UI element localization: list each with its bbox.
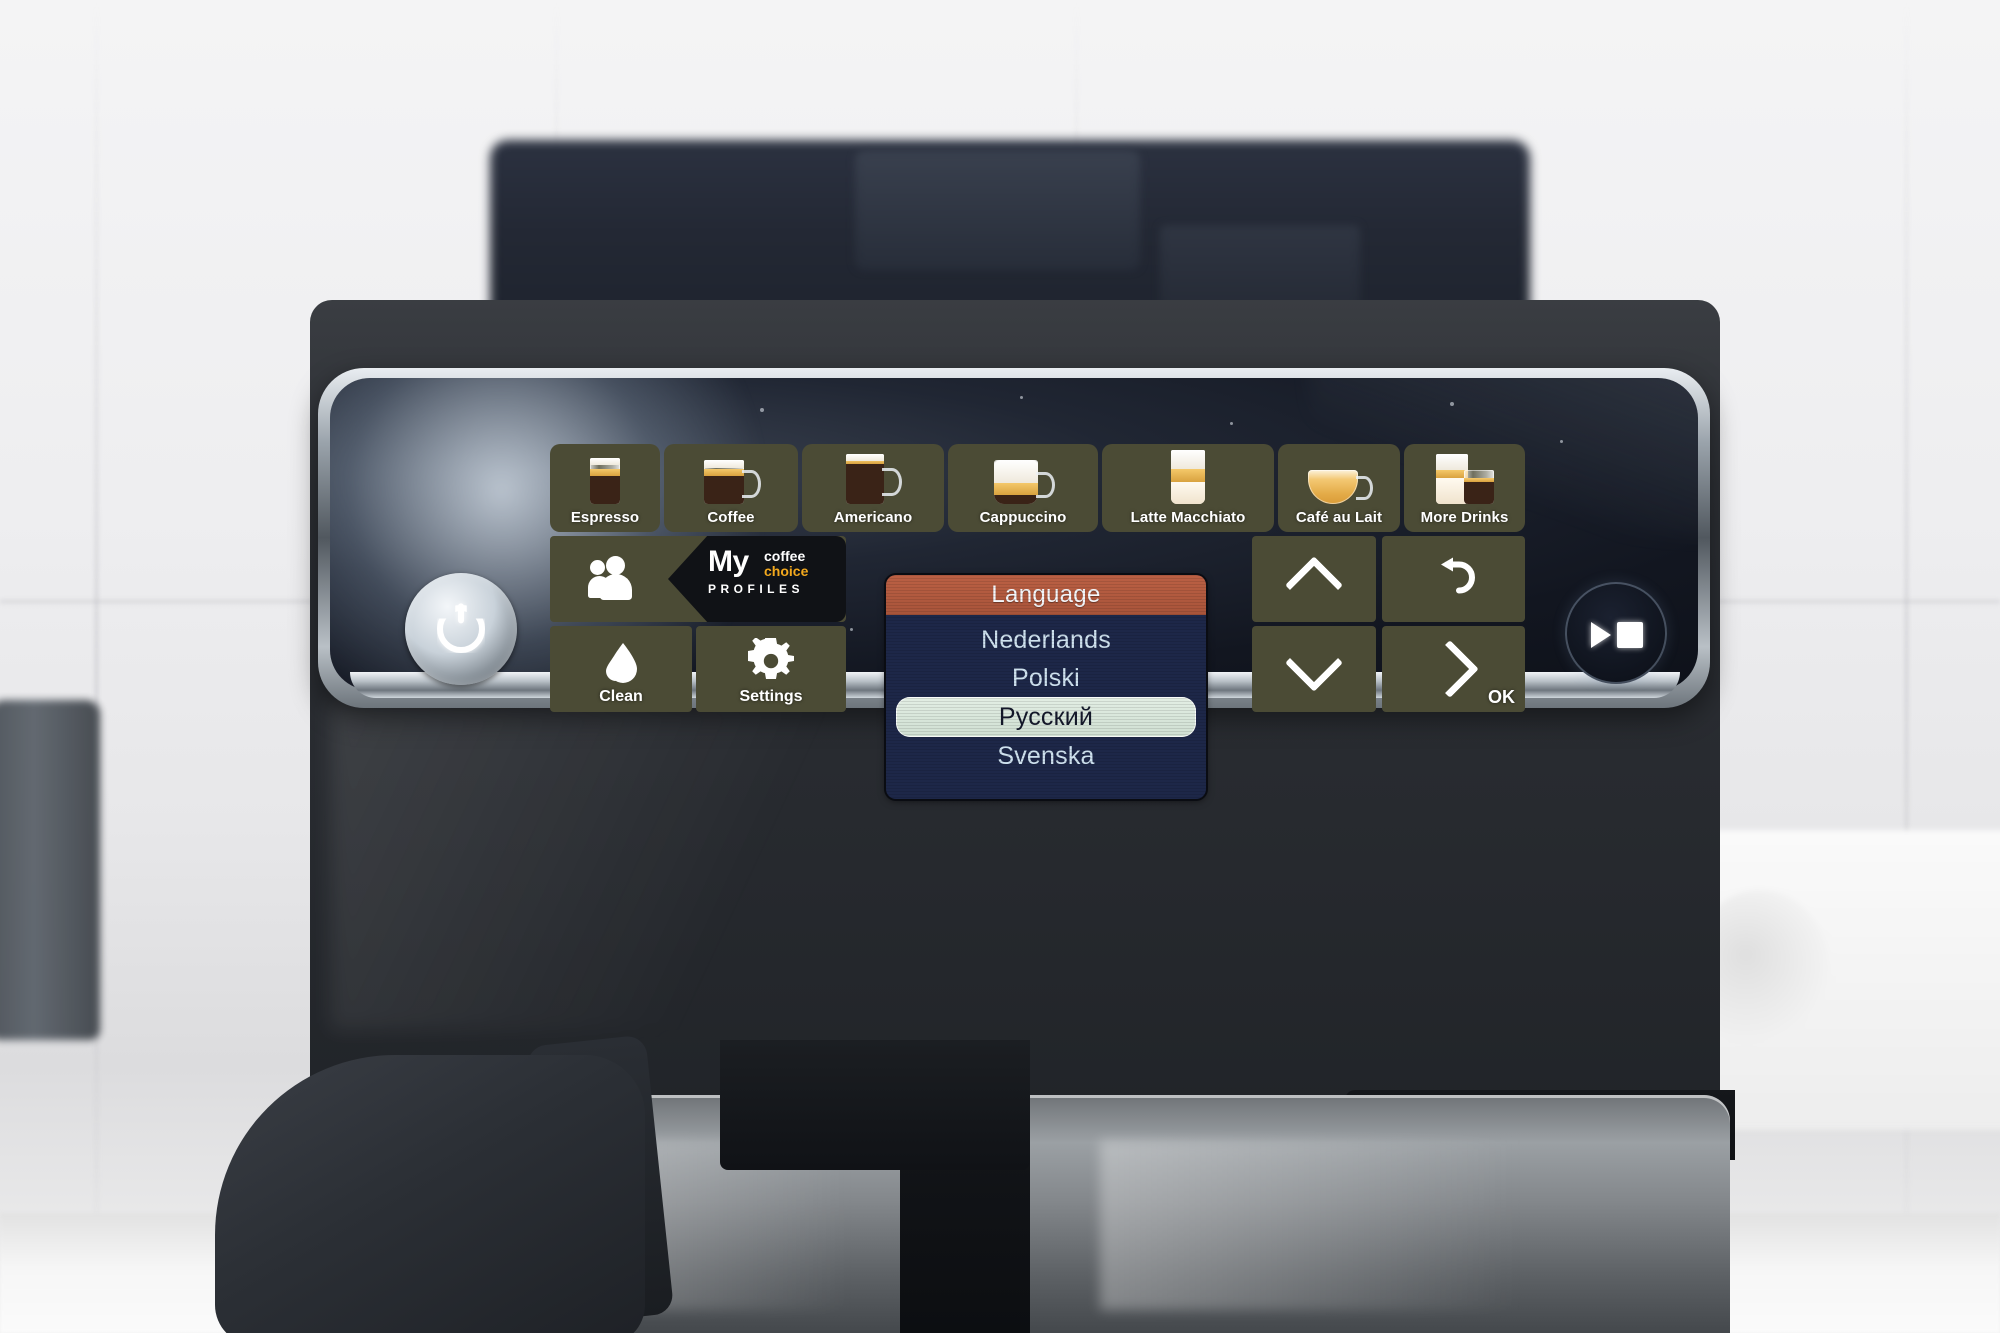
drink-button-latte-macchiato[interactable]: Latte Macchiato <box>1102 444 1274 532</box>
logo-my: My <box>708 545 749 578</box>
back-arrow-icon <box>1431 557 1477 602</box>
drink-button-cappuccino[interactable]: Cappuccino <box>948 444 1098 532</box>
drink-label: Café au Lait <box>1295 509 1383 526</box>
wall-seam <box>1905 0 1908 1333</box>
scene: Espresso Coffee Americano Cappuccino Lat… <box>0 0 2000 1333</box>
chevron-down-icon <box>1285 633 1343 692</box>
tray-highlight <box>1100 1140 1520 1310</box>
drink-button-americano[interactable]: Americano <box>802 444 944 532</box>
gear-icon <box>748 633 794 689</box>
milk-frother[interactable] <box>215 1055 645 1333</box>
chevron-right-icon <box>1420 640 1479 698</box>
settings-button[interactable]: Settings <box>696 626 846 712</box>
nav-right-ok-button[interactable]: OK <box>1382 626 1525 712</box>
play-icon <box>1591 622 1611 648</box>
wall-seam <box>95 0 98 1333</box>
stop-icon <box>1617 622 1643 648</box>
cappuccino-cup-icon <box>948 452 1098 504</box>
drink-button-more-drinks[interactable]: More Drinks <box>1404 444 1525 532</box>
clean-label: Clean <box>599 688 643 705</box>
nav-down-button[interactable] <box>1252 626 1376 712</box>
chevron-up-icon <box>1285 556 1343 615</box>
americano-mug-icon <box>802 452 944 504</box>
drink-label: Cappuccino <box>979 509 1067 526</box>
drink-label: Americano <box>833 509 913 526</box>
coffee-mug-icon <box>664 452 798 504</box>
settings-label: Settings <box>739 688 803 705</box>
background-mug <box>0 700 100 1040</box>
water-drop-icon <box>599 640 643 691</box>
my-coffee-choice-profiles-button[interactable]: My coffee choice PROFILES <box>550 536 846 622</box>
language-list: Nederlands Polski Русский Svenska <box>886 621 1206 799</box>
more-drinks-icon <box>1404 452 1525 504</box>
drink-label: Latte Macchiato <box>1130 509 1246 526</box>
hopper-lid <box>855 150 1140 270</box>
nav-back-button[interactable] <box>1382 536 1525 622</box>
ok-label: OK <box>1488 687 1515 707</box>
cafe-au-lait-bowl-icon <box>1278 452 1400 504</box>
power-icon-stem <box>458 603 464 624</box>
nav-up-button[interactable] <box>1252 536 1376 622</box>
drink-label: More Drinks <box>1420 509 1509 526</box>
my-coffee-choice-logo: My coffee choice PROFILES <box>708 545 808 597</box>
clean-button[interactable]: Clean <box>550 626 692 712</box>
coffee-spout <box>720 1040 1030 1170</box>
drink-button-cafe-au-lait[interactable]: Café au Lait <box>1278 444 1400 532</box>
logo-coffee: coffee <box>764 548 806 564</box>
language-option[interactable]: Nederlands <box>886 621 1206 659</box>
lcd-title: Language <box>991 581 1101 608</box>
start-stop-button[interactable] <box>1565 582 1667 684</box>
power-button[interactable] <box>405 573 517 685</box>
language-option[interactable]: Polski <box>886 659 1206 697</box>
language-option[interactable]: Svenska <box>886 737 1206 775</box>
drink-button-espresso[interactable]: Espresso <box>550 444 660 532</box>
drink-button-coffee[interactable]: Coffee <box>664 444 798 532</box>
lcd-title-bar: Language <box>886 575 1206 615</box>
language-option-selected[interactable]: Русский <box>896 697 1196 737</box>
drink-label: Coffee <box>707 509 755 526</box>
profiles-hex-badge <box>668 536 846 622</box>
profiles-people-icon <box>588 556 638 600</box>
espresso-cup-icon <box>550 452 660 504</box>
logo-choice: choice <box>764 563 809 579</box>
drink-label: Espresso <box>570 509 640 526</box>
logo-profiles: PROFILES <box>708 582 805 596</box>
latte-glass-icon <box>1102 450 1274 504</box>
lcd-display: Language Nederlands Polski Русский Svens… <box>886 575 1206 799</box>
